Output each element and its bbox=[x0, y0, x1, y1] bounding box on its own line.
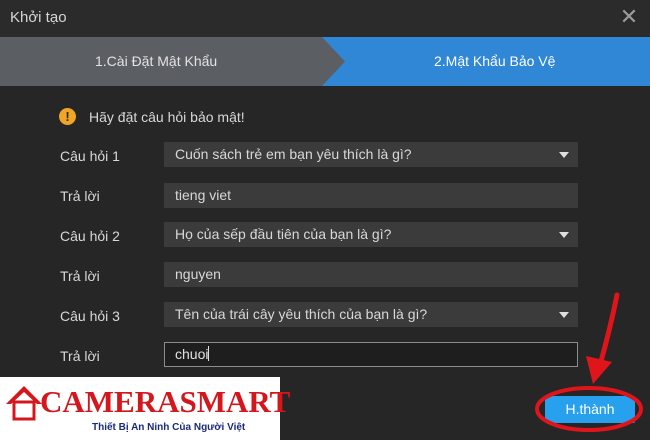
question-2-label: Câu hỏi 2 bbox=[60, 228, 120, 244]
answer-1-label: Trả lời bbox=[60, 188, 100, 204]
logo-brand-text: CAMERASMART bbox=[40, 384, 291, 419]
warning-icon: ! bbox=[59, 108, 76, 125]
question-2-value: Họ của sếp đầu tiên của bạn là gì? bbox=[175, 226, 392, 242]
answer-3-input[interactable]: chuoi bbox=[164, 342, 578, 367]
answer-2-value: nguyen bbox=[175, 266, 221, 282]
dropdown-arrow-icon bbox=[559, 232, 569, 238]
answer-1-value: tieng viet bbox=[175, 187, 232, 203]
question-3-label: Câu hỏi 3 bbox=[60, 308, 120, 324]
step-progress: 1.Cài Đặt Mật Khẩu 2.Mật Khẩu Bảo Vệ bbox=[0, 37, 650, 86]
notice-text: Hãy đặt câu hỏi bảo mật! bbox=[89, 109, 245, 125]
question-1-value: Cuốn sách trẻ em bạn yêu thích là gì? bbox=[175, 146, 412, 162]
answer-3-label: Trả lời bbox=[60, 348, 100, 364]
step-2-label: 2.Mật Khẩu Bảo Vệ bbox=[434, 53, 556, 69]
brand-logo: CAMERASMART Thiết Bị An Ninh Của Người V… bbox=[0, 377, 290, 440]
answer-2-label: Trả lời bbox=[60, 268, 100, 284]
question-3-value: Tên của trái cây yêu thích của bạn là gì… bbox=[175, 306, 428, 322]
question-1-select[interactable]: Cuốn sách trẻ em bạn yêu thích là gì? bbox=[164, 142, 578, 167]
question-2-select[interactable]: Họ của sếp đầu tiên của bạn là gì? bbox=[164, 222, 578, 247]
dropdown-arrow-icon bbox=[559, 312, 569, 318]
answer-2-input[interactable]: nguyen bbox=[164, 262, 578, 287]
answer-3-value: chuoi bbox=[175, 346, 209, 362]
title-bar: Khởi tạo ✕ bbox=[0, 0, 650, 37]
answer-1-input[interactable]: tieng viet bbox=[164, 183, 578, 208]
step-1-label: 1.Cài Đặt Mật Khẩu bbox=[95, 53, 218, 69]
logo-tagline: Thiết Bị An Ninh Của Người Việt bbox=[92, 422, 246, 433]
close-icon[interactable]: ✕ bbox=[618, 6, 640, 28]
dropdown-arrow-icon bbox=[559, 152, 569, 158]
text-caret bbox=[208, 346, 210, 361]
question-1-label: Câu hỏi 1 bbox=[60, 148, 120, 164]
window-title: Khởi tạo bbox=[10, 9, 67, 26]
question-3-select[interactable]: Tên của trái cây yêu thích của bạn là gì… bbox=[164, 302, 578, 327]
finish-button[interactable]: H.thành bbox=[545, 396, 635, 423]
